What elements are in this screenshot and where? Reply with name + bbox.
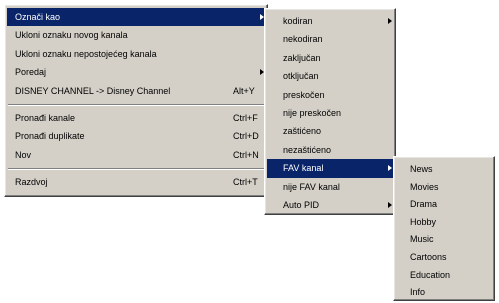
- submenu-item-preskocen[interactable]: preskočen: [267, 86, 393, 104]
- menu-item-poredaj[interactable]: Poredaj: [7, 63, 265, 81]
- menu-item-label: Nov: [15, 149, 32, 160]
- submenu-item-zasticeno[interactable]: zaštićeno: [267, 122, 393, 140]
- menu-item-label: zaštićeno: [283, 126, 322, 137]
- submenu-item-nije-preskocen[interactable]: nije preskočen: [267, 104, 393, 122]
- menu-item-label: News: [410, 164, 433, 174]
- menu-item-label: nije preskočen: [283, 107, 342, 118]
- menu-item-label: zaključan: [283, 52, 321, 63]
- menu-item-shortcut: Alt+Y: [233, 85, 255, 96]
- menu-item-nov[interactable]: Nov Ctrl+N: [7, 146, 265, 164]
- menu-item-label: FAV kanal: [283, 163, 324, 174]
- menu-item-shortcut: Ctrl+F: [233, 112, 258, 123]
- menu-item-shortcut: Ctrl+N: [233, 149, 259, 160]
- menu-item-label: Movies: [410, 181, 439, 192]
- menu-item-label: Music: [410, 234, 434, 245]
- menu-item-label: Pronađi duplikate: [15, 131, 85, 142]
- submenu-arrow-icon: [388, 18, 392, 24]
- menu-item-label: kodiran: [283, 16, 313, 26]
- submenu-arrow-icon: [388, 165, 392, 172]
- fav-item-info[interactable]: Info: [396, 284, 492, 302]
- menu-item-label: nekodiran: [283, 34, 323, 45]
- submenu-item-otkljucan[interactable]: otključan: [267, 67, 393, 85]
- menu-item-shortcut: Ctrl+D: [233, 131, 259, 142]
- menu-item-ukloni-oznaku-novog[interactable]: Ukloni oznaku novog kanala: [7, 26, 265, 44]
- fav-item-music[interactable]: Music: [396, 231, 492, 249]
- menu-item-pronadi-kanale[interactable]: Pronađi kanale Ctrl+F: [7, 109, 265, 127]
- fav-item-drama[interactable]: Drama: [396, 196, 492, 214]
- menu-item-label: Poredaj: [15, 67, 47, 78]
- menu-item-label: preskočen: [283, 89, 325, 100]
- submenu-item-nije-fav-kanal[interactable]: nije FAV kanal: [267, 178, 393, 196]
- fav-item-hobby[interactable]: Hobby: [396, 214, 492, 232]
- submenu-arrow-icon: [388, 201, 392, 208]
- menu-item-label: DISNEY CHANNEL -> Disney Channel: [15, 85, 171, 96]
- menu-item-label: Info: [410, 287, 426, 298]
- submenu-item-auto-pid[interactable]: Auto PID: [267, 196, 393, 214]
- menu-item-label: Hobby: [410, 216, 437, 227]
- menu-item-disney-rename[interactable]: DISNEY CHANNEL -> Disney Channel Alt+Y: [7, 82, 265, 100]
- menu-item-shortcut: Ctrl+T: [233, 177, 258, 188]
- context-menu: Označi kao Ukloni oznaku novog kanala Uk…: [4, 4, 268, 197]
- menu-item-label: nezaštićeno: [283, 144, 332, 155]
- menu-item-label: Označi kao: [15, 12, 61, 22]
- fav-item-education[interactable]: Education: [396, 267, 492, 285]
- menu-item-label: Cartoons: [410, 251, 447, 262]
- menu-item-razdvoj[interactable]: Razdvoj Ctrl+T: [7, 173, 265, 191]
- menu-item-label: Auto PID: [283, 199, 320, 210]
- submenu-item-kodiran[interactable]: kodiran: [267, 12, 393, 30]
- menu-item-label: nije FAV kanal: [283, 181, 340, 192]
- menu-item-ukloni-oznaku-nepostojeceg[interactable]: Ukloni oznaku nepostojećeg kanala: [7, 45, 265, 63]
- submenu-item-zakljucan[interactable]: zaključan: [267, 49, 393, 67]
- fav-item-news[interactable]: News: [396, 161, 492, 179]
- mark-as-submenu: kodiran nekodiran zaključan otključan pr…: [264, 8, 396, 215]
- menu-item-label: Education: [410, 269, 451, 280]
- fav-item-cartoons[interactable]: Cartoons: [396, 249, 492, 267]
- menu-item-label: otključan: [283, 71, 319, 82]
- menu-item-oznaci-kao[interactable]: Označi kao: [7, 8, 265, 27]
- submenu-item-nekodiran[interactable]: nekodiran: [267, 30, 393, 48]
- menu-item-label: Ukloni oznaku novog kanala: [15, 30, 128, 41]
- menu-separator: [7, 100, 265, 109]
- menu-item-label: Pronađi kanale: [15, 112, 76, 123]
- fav-channel-submenu: News Movies Drama Hobby Music Cartoons E…: [393, 156, 495, 301]
- menu-item-label: Razdvoj: [15, 177, 48, 188]
- menu-item-pronadi-duplikate[interactable]: Pronađi duplikate Ctrl+D: [7, 127, 265, 145]
- menu-item-label: Ukloni oznaku nepostojećeg kanala: [15, 48, 157, 59]
- submenu-item-fav-kanal[interactable]: FAV kanal: [267, 159, 393, 178]
- menu-separator: [7, 164, 265, 173]
- menu-item-label: Drama: [410, 199, 438, 210]
- submenu-item-nezasticeno[interactable]: nezaštićeno: [267, 141, 393, 159]
- fav-item-movies[interactable]: Movies: [396, 179, 492, 197]
